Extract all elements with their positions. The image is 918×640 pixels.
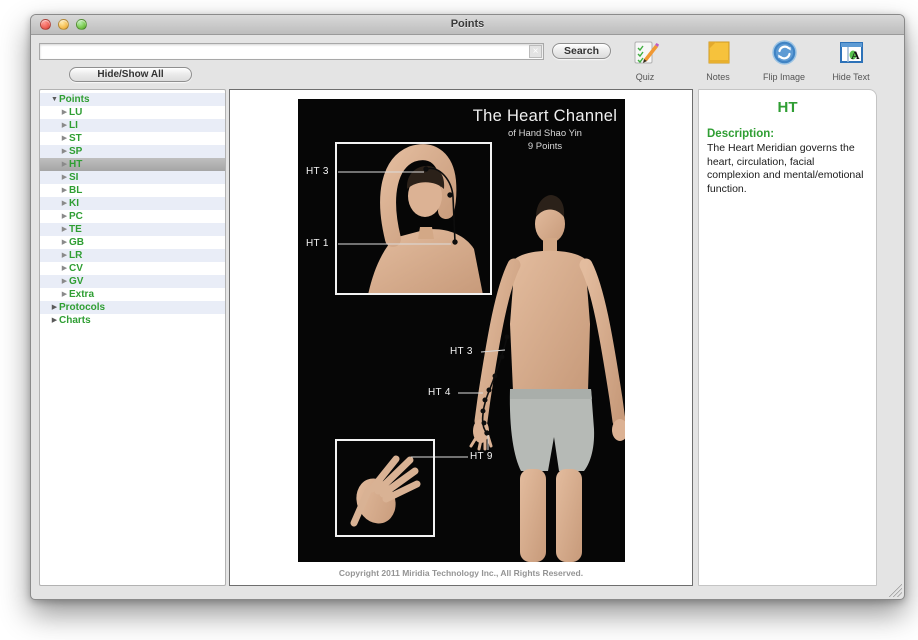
- sidebar-item-points[interactable]: ▼Points: [40, 93, 225, 106]
- description-heading: Description:: [707, 128, 868, 140]
- sidebar-item-cv[interactable]: ▶CV: [40, 262, 225, 275]
- disclosure-collapsed-icon[interactable]: ▶: [60, 210, 69, 223]
- sidebar-item-extra[interactable]: ▶Extra: [40, 288, 225, 301]
- points-sidebar: ▼Points ▶LU ▶LI ▶ST ▶SP ▶HT ▶SI ▶BL ▶KI …: [39, 89, 226, 586]
- sidebar-item-pc[interactable]: ▶PC: [40, 210, 225, 223]
- point-label-ht9[interactable]: HT 9: [470, 451, 493, 462]
- point-label-ht3-upper[interactable]: HT 3: [306, 166, 329, 177]
- heart-channel-image[interactable]: The Heart Channel of Hand Shao Yin 9 Poi…: [298, 99, 625, 562]
- points-tree: ▼Points ▶LU ▶LI ▶ST ▶SP ▶HT ▶SI ▶BL ▶KI …: [40, 93, 225, 327]
- point-label-ht4[interactable]: HT 4: [428, 387, 451, 398]
- sidebar-item-si[interactable]: ▶SI: [40, 171, 225, 184]
- sidebar-item-protocols[interactable]: ▶Protocols: [40, 301, 225, 314]
- sidebar-item-gv[interactable]: ▶GV: [40, 275, 225, 288]
- flip-image-button[interactable]: Flip Image: [749, 39, 819, 82]
- disclosure-collapsed-icon[interactable]: ▶: [60, 249, 69, 262]
- description-panel: HT Description: The Heart Meridian gover…: [698, 89, 877, 586]
- disclosure-collapsed-icon[interactable]: ▶: [60, 184, 69, 197]
- channel-image-panel: The Heart Channel of Hand Shao Yin 9 Poi…: [229, 89, 693, 586]
- disclosure-collapsed-icon[interactable]: ▶: [60, 106, 69, 119]
- sidebar-item-gb[interactable]: ▶GB: [40, 236, 225, 249]
- sidebar-item-st[interactable]: ▶ST: [40, 132, 225, 145]
- copyright-text: Copyright 2011 Miridia Technology Inc., …: [230, 568, 692, 578]
- disclosure-collapsed-icon[interactable]: ▶: [60, 119, 69, 132]
- point-label-ht1[interactable]: HT 1: [306, 238, 329, 249]
- resize-grip[interactable]: [889, 584, 902, 597]
- image-title-block: The Heart Channel of Hand Shao Yin 9 Poi…: [468, 107, 622, 152]
- notes-icon: [705, 39, 732, 66]
- disclosure-collapsed-icon[interactable]: ▶: [60, 145, 69, 158]
- search-button[interactable]: Search: [552, 43, 611, 59]
- hide-text-label: Hide Text: [816, 72, 886, 82]
- disclosure-collapsed-icon[interactable]: ▶: [60, 132, 69, 145]
- search-input[interactable]: [39, 43, 544, 60]
- hide-text-icon: A: [838, 39, 865, 66]
- sidebar-item-ht-selected[interactable]: ▶HT: [40, 158, 225, 171]
- disclosure-collapsed-icon[interactable]: ▶: [60, 158, 69, 171]
- flip-image-label: Flip Image: [749, 72, 819, 82]
- sidebar-item-li[interactable]: ▶LI: [40, 119, 225, 132]
- window-title: Points: [31, 18, 904, 30]
- meridian-title: HT: [699, 99, 876, 116]
- sidebar-item-lr[interactable]: ▶LR: [40, 249, 225, 262]
- quiz-label: Quiz: [610, 72, 680, 82]
- disclosure-collapsed-icon[interactable]: ▶: [60, 171, 69, 184]
- disclosure-collapsed-icon[interactable]: ▶: [60, 262, 69, 275]
- hand-inset-frame: [335, 439, 435, 537]
- quiz-button[interactable]: Quiz: [610, 39, 680, 82]
- disclosure-collapsed-icon[interactable]: ▶: [50, 314, 59, 327]
- sidebar-item-bl[interactable]: ▶BL: [40, 184, 225, 197]
- disclosure-collapsed-icon[interactable]: ▶: [60, 197, 69, 210]
- disclosure-expanded-icon[interactable]: ▼: [50, 93, 59, 106]
- quiz-icon: [632, 39, 659, 66]
- channel-point-count: 9 Points: [468, 141, 622, 152]
- disclosure-collapsed-icon[interactable]: ▶: [60, 288, 69, 301]
- point-label-ht3-lower[interactable]: HT 3: [450, 346, 473, 357]
- sidebar-item-lu[interactable]: ▶LU: [40, 106, 225, 119]
- title-bar[interactable]: Points: [31, 15, 904, 35]
- sidebar-item-te[interactable]: ▶TE: [40, 223, 225, 236]
- disclosure-collapsed-icon[interactable]: ▶: [60, 236, 69, 249]
- sidebar-item-ki[interactable]: ▶KI: [40, 197, 225, 210]
- svg-text:A: A: [851, 48, 860, 62]
- clear-search-icon[interactable]: ×: [529, 45, 542, 58]
- disclosure-collapsed-icon[interactable]: ▶: [60, 223, 69, 236]
- flip-image-icon: [771, 39, 798, 66]
- sidebar-item-sp[interactable]: ▶SP: [40, 145, 225, 158]
- disclosure-collapsed-icon[interactable]: ▶: [50, 301, 59, 314]
- channel-title: The Heart Channel: [468, 107, 622, 126]
- hide-show-all-button[interactable]: Hide/Show All: [69, 67, 192, 82]
- sidebar-item-charts[interactable]: ▶Charts: [40, 314, 225, 327]
- hide-text-button[interactable]: A Hide Text: [816, 39, 886, 82]
- channel-subtitle: of Hand Shao Yin: [468, 128, 622, 139]
- arm-inset-frame: [335, 142, 492, 295]
- disclosure-collapsed-icon[interactable]: ▶: [60, 275, 69, 288]
- notes-label: Notes: [683, 72, 753, 82]
- notes-button[interactable]: Notes: [683, 39, 753, 82]
- app-window: Points × Search Hide/Show All Quiz Notes: [30, 14, 905, 600]
- description-text: The Heart Meridian governs the heart, ci…: [707, 142, 865, 196]
